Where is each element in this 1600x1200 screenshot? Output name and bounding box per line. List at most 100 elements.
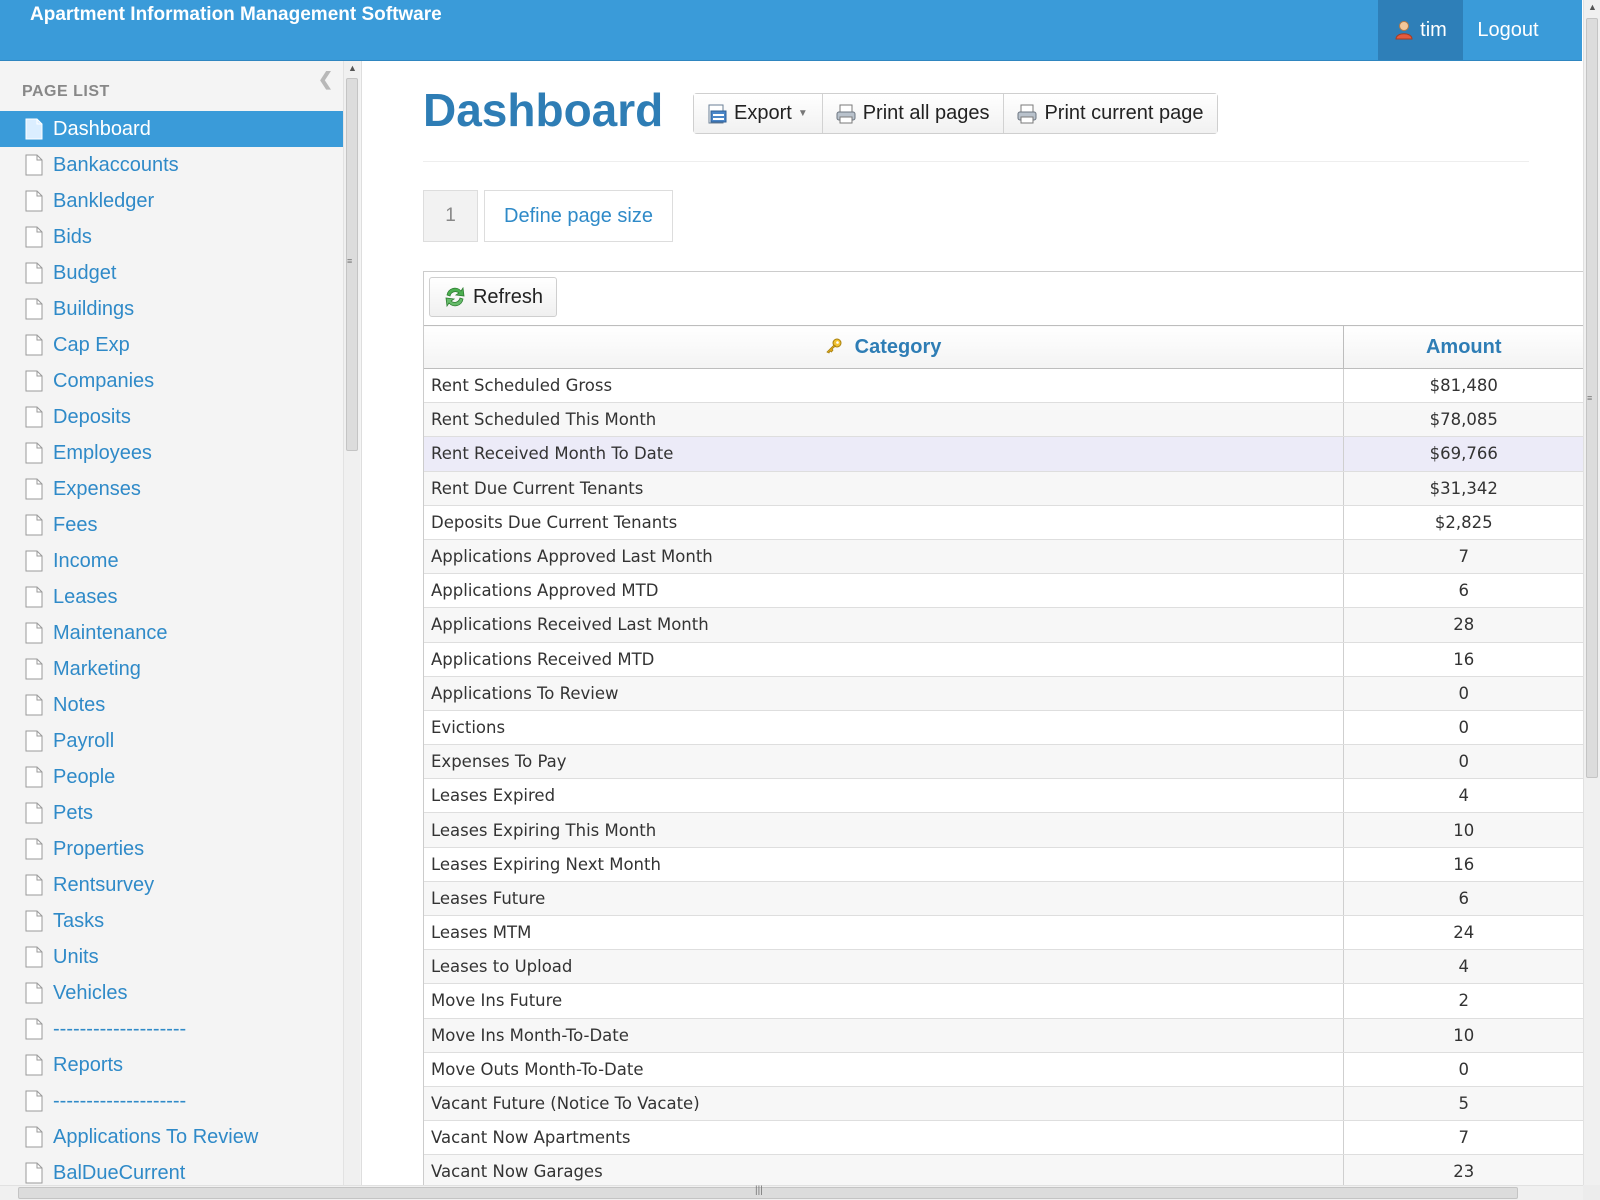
table-row[interactable]: Move Ins Month-To-Date 10 <box>424 1018 1583 1053</box>
table-row[interactable]: Applications Approved Last Month 7 <box>424 539 1583 575</box>
sidebar-item[interactable]: Employees <box>0 435 343 471</box>
table-row[interactable]: Applications Approved MTD 6 <box>424 573 1583 609</box>
export-icon <box>708 104 727 123</box>
horizontal-scroll-thumb[interactable] <box>18 1187 1518 1199</box>
sidebar-item[interactable]: Properties <box>0 831 343 867</box>
category-cell: Expenses To Pay <box>424 744 1344 780</box>
table-row[interactable]: Leases MTM 24 <box>424 915 1583 951</box>
table-row[interactable]: Vacant Now Apartments 7 <box>424 1120 1583 1156</box>
sidebar-item[interactable]: People <box>0 759 343 795</box>
page-title: Dashboard <box>423 84 664 136</box>
sidebar-item[interactable]: Deposits <box>0 399 343 435</box>
sidebar: PAGE LIST ❮ Dashboard Bankaccounts Bankled… <box>0 61 362 1185</box>
table-row[interactable]: Deposits Due Current Tenants $2,825 <box>424 505 1583 540</box>
category-cell: Rent Due Current Tenants <box>424 471 1344 506</box>
category-cell: Vacant Now Garages <box>424 1154 1344 1185</box>
amount-cell: $2,825 <box>1343 505 1583 540</box>
page-number[interactable]: 1 <box>423 190 478 242</box>
sidebar-item[interactable]: Payroll <box>0 723 343 759</box>
table-row[interactable]: Leases to Upload 4 <box>424 949 1583 985</box>
sidebar-item[interactable]: Units <box>0 939 343 975</box>
page-icon <box>25 694 43 716</box>
page-horizontal-scrollbar[interactable]: ||| <box>0 1185 1583 1200</box>
page-icon <box>25 154 43 176</box>
table-row[interactable]: Move Outs Month-To-Date 0 <box>424 1052 1583 1087</box>
sidebar-item[interactable]: -------------------- <box>0 1011 343 1047</box>
sidebar-item[interactable]: Bankledger <box>0 183 343 219</box>
sidebar-item[interactable]: Applications To Review <box>0 1119 343 1155</box>
sidebar-item[interactable]: Rentsurvey <box>0 867 343 903</box>
sidebar-item[interactable]: Budget <box>0 255 343 291</box>
sidebar-item[interactable]: Income <box>0 543 343 579</box>
sidebar-item-label: Units <box>53 945 99 968</box>
sidebar-item[interactable]: Notes <box>0 687 343 723</box>
sidebar-item[interactable]: Bankaccounts <box>0 147 343 183</box>
export-button[interactable]: Export ▼ <box>694 94 823 133</box>
page-icon <box>25 550 43 572</box>
sidebar-item-label: Reports <box>53 1053 124 1076</box>
sidebar-scrollbar[interactable]: ▲ ≡ <box>343 61 360 1185</box>
table-row[interactable]: Move Ins Future 2 <box>424 983 1583 1019</box>
sidebar-item[interactable]: BalDueCurrent <box>0 1155 343 1185</box>
page-icon <box>25 730 43 752</box>
table-row[interactable]: Applications Received MTD 16 <box>424 642 1583 677</box>
logout-button[interactable]: Logout <box>1463 0 1553 60</box>
print-all-pages-button[interactable]: Print all pages <box>822 94 1005 133</box>
sidebar-item-label: Vehicles <box>53 981 128 1004</box>
sidebar-item[interactable]: Bids <box>0 219 343 255</box>
page-icon <box>25 1018 43 1040</box>
table-row[interactable]: Leases Expiring Next Month 16 <box>424 847 1583 882</box>
define-page-size-link[interactable]: Define page size <box>484 190 673 242</box>
category-cell: Leases Future <box>424 881 1344 917</box>
sidebar-item[interactable]: Expenses <box>0 471 343 507</box>
table-row[interactable]: Expenses To Pay 0 <box>424 744 1583 780</box>
table-row[interactable]: Leases Expired 4 <box>424 778 1583 814</box>
sidebar-item[interactable]: Buildings <box>0 291 343 327</box>
table-row[interactable]: Rent Scheduled Gross $81,480 <box>424 368 1583 404</box>
table-row[interactable]: Vacant Future (Notice To Vacate) 5 <box>424 1086 1583 1122</box>
sidebar-item[interactable]: Maintenance <box>0 615 343 651</box>
table-row[interactable]: Rent Scheduled This Month $78,085 <box>424 402 1583 438</box>
table-row[interactable]: Applications To Review 0 <box>424 676 1583 711</box>
user-menu[interactable]: tim <box>1378 0 1463 60</box>
table-row[interactable]: Applications Received Last Month 28 <box>424 607 1583 643</box>
sidebar-item[interactable]: Vehicles <box>0 975 343 1011</box>
column-header-label: Category <box>854 335 942 358</box>
page-icon <box>25 1054 43 1076</box>
sidebar-item[interactable]: Reports <box>0 1047 343 1083</box>
refresh-label: Refresh <box>472 285 544 308</box>
column-header-category[interactable]: Category <box>424 325 1344 369</box>
sidebar-item[interactable]: Leases <box>0 579 343 615</box>
category-cell: Evictions <box>424 710 1344 746</box>
page-vertical-scrollbar[interactable]: ▲ ≡ <box>1583 0 1600 1185</box>
amount-cell: 10 <box>1343 812 1583 848</box>
table-row[interactable]: Leases Future 6 <box>424 881 1583 917</box>
sidebar-item[interactable]: Companies <box>0 363 343 399</box>
table-row[interactable]: Evictions 0 <box>424 710 1583 746</box>
sidebar-item-label: Expenses <box>53 477 141 500</box>
page-toolbar: Export ▼ Print all pages Print current p… <box>693 93 1219 134</box>
table-row[interactable]: Vacant Now Garages 23 <box>424 1154 1583 1185</box>
scrollbar-corner <box>1583 1185 1600 1200</box>
sidebar-item[interactable]: Marketing <box>0 651 343 687</box>
print-icon <box>1017 104 1037 123</box>
page-icon <box>25 334 43 356</box>
table-row[interactable]: Rent Received Month To Date $69,766 <box>424 436 1583 472</box>
refresh-button[interactable]: Refresh <box>429 277 557 317</box>
sidebar-item[interactable]: Tasks <box>0 903 343 939</box>
print-current-page-button[interactable]: Print current page <box>1004 94 1218 133</box>
sidebar-item[interactable]: Cap Exp <box>0 327 343 363</box>
sidebar-item[interactable]: Pets <box>0 795 343 831</box>
collapse-sidebar-icon[interactable]: ❮ <box>318 69 333 90</box>
scroll-up-arrow-icon[interactable]: ▲ <box>1588 2 1597 12</box>
export-label: Export <box>734 102 792 124</box>
sidebar-item[interactable]: Fees <box>0 507 343 543</box>
app-title: Apartment Information Management Softwar… <box>30 4 442 25</box>
top-header: Apartment Information Management Softwar… <box>0 0 1582 61</box>
sidebar-item[interactable]: Dashboard <box>0 111 343 147</box>
column-header-amount[interactable]: Amount <box>1343 325 1583 369</box>
sidebar-item[interactable]: -------------------- <box>0 1083 343 1119</box>
table-row[interactable]: Leases Expiring This Month 10 <box>424 812 1583 848</box>
table-row[interactable]: Rent Due Current Tenants $31,342 <box>424 471 1583 506</box>
scroll-up-arrow-icon[interactable]: ▲ <box>348 63 357 73</box>
